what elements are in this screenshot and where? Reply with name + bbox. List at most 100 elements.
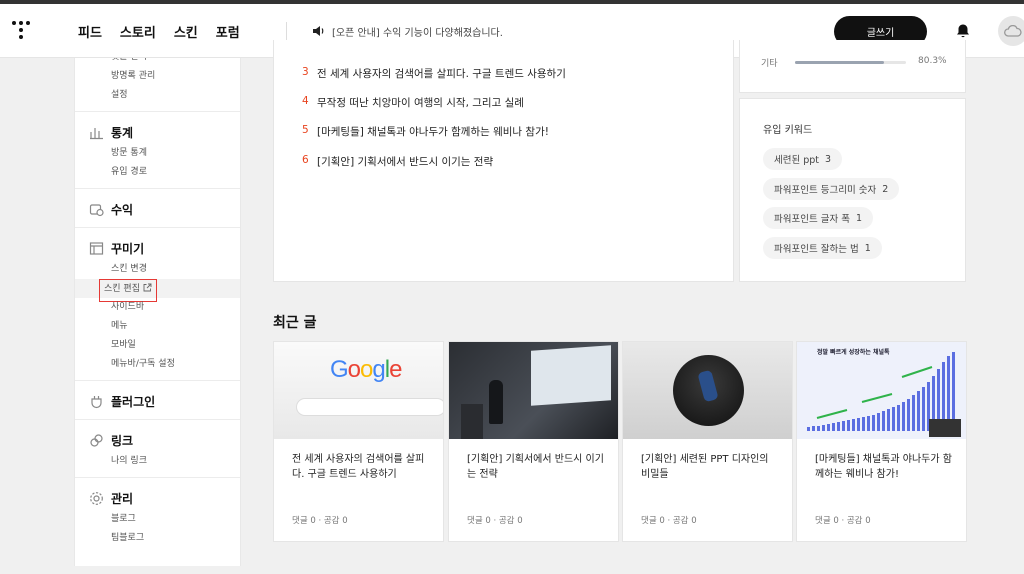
sidebar-item-menubar[interactable]: 메뉴바/구독 설정 bbox=[75, 355, 240, 374]
keyword-chip[interactable]: 파워포인트 등그리미 숫자 2 bbox=[763, 178, 900, 200]
post-title: [기획안] 기획서에서 반드시 이기는 전략 bbox=[467, 454, 604, 480]
post-title: [마케팅들] 채널톡과 야나두가 함께하는 웨비나 참가! bbox=[317, 126, 549, 138]
circle-photo bbox=[673, 355, 744, 426]
popular-post-item[interactable]: 3 전 세계 사용자의 검색어를 살피다. 구글 트렌드 사용하기 bbox=[302, 66, 566, 81]
recent-post-card[interactable]: [기획안] 기획서에서 반드시 이기는 전략 댓글 0 · 공감 0 bbox=[448, 341, 619, 542]
sidebar-item-comments[interactable]: 댓글 관리 bbox=[75, 58, 240, 67]
sidebar-group-manage: 관리 블로그 팀블로그 bbox=[75, 477, 240, 554]
sidebar-item-menu[interactable]: 메뉴 bbox=[75, 317, 240, 336]
bell-icon[interactable] bbox=[955, 23, 971, 39]
sidebar-title-label: 꾸미기 bbox=[111, 241, 145, 256]
recent-post-card[interactable]: [기획안] 세련된 PPT 디자인의 비밀들 댓글 0 · 공감 0 bbox=[622, 341, 793, 542]
sidebar-item-guestbook[interactable]: 방명록 관리 bbox=[75, 67, 240, 86]
sidebar-title-label: 관리 bbox=[111, 491, 134, 506]
popular-post-item[interactable]: 4 무작정 떠난 치앙마이 여행의 시작, 그리고 실례 bbox=[302, 95, 524, 110]
jumping-person-figure bbox=[697, 369, 719, 403]
keyword-text: 세련된 ppt bbox=[774, 155, 820, 166]
post-meta: 댓글 0 · 공감 0 bbox=[641, 516, 697, 526]
global-nav: 피드 스토리 스킨 포럼 bbox=[78, 4, 240, 58]
keyword-text: 파워포인트 글자 폭 bbox=[774, 214, 850, 225]
sidebar-item-skin-edit[interactable]: 스킨 편집 bbox=[75, 279, 240, 302]
search-box-graphic bbox=[296, 398, 443, 416]
sidebar-title-stats[interactable]: 통계 bbox=[75, 120, 240, 144]
post-title: 전 세계 사용자의 검색어를 살피다. 구글 트렌드 사용하기 bbox=[292, 454, 425, 480]
sidebar-group-plugins: 플러그인 bbox=[75, 380, 240, 419]
sidebar-title-plugins[interactable]: 플러그인 bbox=[75, 389, 240, 413]
header-divider bbox=[286, 22, 287, 40]
rank-number: 6 bbox=[302, 154, 309, 166]
keyword-count: 3 bbox=[825, 153, 832, 165]
sidebar-title-label: 통계 bbox=[111, 125, 134, 140]
post-title: [기획안] 기획서에서 반드시 이기는 전략 bbox=[317, 156, 494, 168]
layout-icon bbox=[89, 241, 104, 255]
sidebar-group-links: 링크 나의 링크 bbox=[75, 419, 240, 477]
sidebar-item-my-links[interactable]: 나의 링크 bbox=[75, 452, 240, 471]
rank-number: 3 bbox=[302, 66, 309, 78]
sidebar-group-stats: 통계 방문 통계 유입 경로 bbox=[75, 111, 240, 188]
popular-post-item[interactable]: 6 [기획안] 기획서에서 반드시 이기는 전략 bbox=[302, 154, 493, 169]
sidebar-title-links[interactable]: 링크 bbox=[75, 428, 240, 452]
rank-number: 5 bbox=[302, 124, 309, 136]
projector-screen bbox=[531, 345, 611, 406]
avatar-cloud-icon bbox=[1004, 25, 1022, 37]
sidebar-group-revenue: 수익 bbox=[75, 188, 240, 227]
tistory-logo-icon[interactable] bbox=[12, 21, 34, 43]
keyword-count: 1 bbox=[864, 242, 871, 254]
keyword-chip[interactable]: 파워포인트 글자 폭 1 bbox=[763, 207, 874, 229]
revenue-icon bbox=[89, 203, 104, 216]
skin-edit-label: 스킨 편집 bbox=[104, 284, 140, 294]
post-title: 무작정 떠난 치앙마이 여행의 시작, 그리고 실례 bbox=[317, 97, 524, 109]
user-avatar[interactable] bbox=[998, 16, 1024, 46]
post-thumbnail: Google bbox=[274, 342, 443, 439]
plugin-icon bbox=[91, 395, 102, 408]
sidebar-group-customize: 꾸미기 스킨 변경 스킨 편집 사이드바 메뉴 모바일 메뉴바/구독 설정 bbox=[75, 227, 240, 380]
post-title: [마케팅들] 채널톡과 야나두가 함께하는 웨비나 참가! bbox=[815, 454, 952, 480]
popular-post-item[interactable]: 5 [마케팅들] 채널톡과 야나두가 함께하는 웨비나 참가! bbox=[302, 124, 549, 139]
sidebar-title-manage[interactable]: 관리 bbox=[75, 486, 240, 510]
keyword-chip[interactable]: 파워포인트 잘하는 법 1 bbox=[763, 237, 882, 259]
sidebar-item-visit-stats[interactable]: 방문 통계 bbox=[75, 144, 240, 163]
growth-bars-graphic bbox=[807, 352, 961, 437]
nav-skin[interactable]: 스킨 bbox=[174, 22, 198, 41]
sidebar-title-revenue[interactable]: 수익 bbox=[75, 197, 240, 221]
nav-feed[interactable]: 피드 bbox=[78, 22, 102, 41]
post-title: [기획안] 세련된 PPT 디자인의 비밀들 bbox=[641, 454, 769, 480]
keywords-card: 유입 키워드 세련된 ppt 3 파워포인트 등그리미 숫자 2 파워포인트 글… bbox=[739, 98, 966, 282]
keyword-count: 1 bbox=[855, 212, 863, 224]
sidebar-item-blog[interactable]: 블로그 bbox=[75, 510, 240, 529]
keyword-chip[interactable]: 세련된 ppt 3 bbox=[763, 148, 843, 170]
sidebar-title-label: 플러그인 bbox=[111, 394, 156, 409]
keyword-text: 파워포인트 잘하는 법 bbox=[774, 244, 859, 255]
nav-forum[interactable]: 포럼 bbox=[216, 22, 240, 41]
gear-icon bbox=[90, 491, 103, 505]
recent-post-card[interactable]: Google 전 세계 사용자의 검색어를 살피다. 구글 트렌드 사용하기 댓… bbox=[273, 341, 444, 542]
rank-number: 4 bbox=[302, 95, 309, 107]
chart-icon bbox=[90, 127, 103, 139]
post-meta: 댓글 0 · 공감 0 bbox=[292, 516, 348, 526]
presenter-figure bbox=[489, 380, 503, 424]
notice-text: [오픈 안내] 수익 기능이 다양해졌습니다. bbox=[332, 27, 503, 39]
sidebar-item-skin-change[interactable]: 스킨 변경 bbox=[75, 260, 240, 279]
link-icon bbox=[90, 433, 103, 447]
post-meta: 댓글 0 · 공감 0 bbox=[815, 516, 871, 526]
referrer-label: 기타 bbox=[761, 59, 778, 69]
recent-post-card[interactable]: 정말 빠르게 성장하는 채널톡 [마케팅들] 채널톡과 야나두가 함께하는 웨비… bbox=[796, 341, 967, 542]
keyword-count: 2 bbox=[882, 183, 889, 195]
google-wordmark: Google bbox=[330, 356, 402, 383]
recent-posts-title: 최근 글 bbox=[273, 315, 317, 331]
sidebar-item-settings[interactable]: 설정 bbox=[75, 86, 240, 105]
sidebar-title-customize[interactable]: 꾸미기 bbox=[75, 236, 240, 260]
referrer-bar-track bbox=[795, 61, 906, 64]
sidebar-item-referrer[interactable]: 유입 경로 bbox=[75, 163, 240, 182]
popular-posts-card: 3 전 세계 사용자의 검색어를 살피다. 구글 트렌드 사용하기 4 무작정 … bbox=[273, 40, 734, 282]
external-link-icon bbox=[143, 283, 152, 292]
post-thumbnail: 정말 빠르게 성장하는 채널톡 bbox=[797, 342, 966, 439]
referrer-bar-fill bbox=[795, 61, 885, 64]
keywords-title: 유입 키워드 bbox=[763, 125, 813, 136]
sidebar-title-label: 링크 bbox=[111, 433, 134, 448]
sidebar-item-teamblog[interactable]: 팀블로그 bbox=[75, 529, 240, 548]
sidebar-item-mobile[interactable]: 모바일 bbox=[75, 336, 240, 355]
post-meta: 댓글 0 · 공감 0 bbox=[467, 516, 523, 526]
nav-story[interactable]: 스토리 bbox=[120, 22, 156, 41]
referrer-card: 기타 80.3% bbox=[739, 40, 966, 93]
